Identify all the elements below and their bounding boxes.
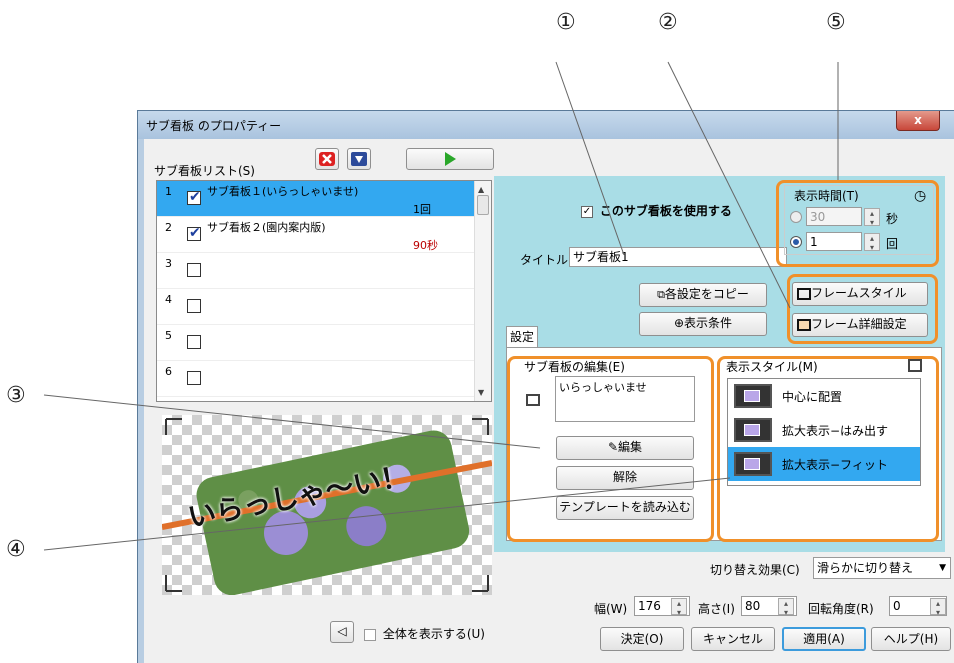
- list-item[interactable]: 1 ✔ サブ看板１(いらっしゃいませ) 1回: [157, 181, 474, 217]
- list-item-detail: 1回: [413, 203, 431, 216]
- play-icon: [445, 152, 456, 166]
- title-label: タイトル: [520, 253, 569, 267]
- title-input[interactable]: サブ看板1: [569, 247, 787, 267]
- list-item-detail: 90秒: [413, 239, 438, 252]
- list-item[interactable]: 2 ✔ サブ看板２(園内案内版) 90秒: [157, 217, 474, 253]
- rotate-label: 回転角度(R): [808, 602, 874, 616]
- callout-4: ④: [6, 537, 26, 562]
- list-item-number: 4: [165, 293, 172, 306]
- callout-5: ⑤: [826, 10, 846, 35]
- list-label: サブ看板リスト(S): [154, 164, 255, 178]
- move-down-button[interactable]: [347, 148, 371, 170]
- list-item-checkbox[interactable]: ✔: [187, 189, 201, 205]
- use-sign-checkbox[interactable]: ✓ このサブ看板を使用する: [581, 202, 732, 219]
- callout-2: ②: [658, 10, 678, 35]
- highlight-edit-group: [507, 356, 714, 542]
- copy-settings-label: 各設定をコピー: [664, 287, 749, 301]
- list-item-number: 2: [165, 221, 172, 234]
- check-icon: ✔: [189, 225, 201, 241]
- highlight-frame-buttons: [787, 274, 938, 344]
- rotate-spinner[interactable]: ▴ ▾: [930, 598, 946, 617]
- width-label: 幅(W): [594, 602, 628, 616]
- use-sign-box: ✓: [581, 205, 593, 218]
- display-condition-button[interactable]: ⊕表示条件: [639, 312, 767, 336]
- close-button[interactable]: x: [896, 111, 940, 131]
- move-down-icon: [351, 152, 367, 166]
- list-item[interactable]: 5: [157, 325, 474, 361]
- show-all-box: [364, 628, 376, 641]
- ok-button[interactable]: 決定(O): [600, 627, 684, 651]
- list-item-number: 6: [165, 365, 172, 378]
- display-condition-label: 表示条件: [684, 316, 733, 330]
- list-item-checkbox[interactable]: [187, 263, 201, 277]
- list-item-checkbox[interactable]: [187, 299, 201, 313]
- switch-effect-select[interactable]: 滑らかに切り替え ▼: [813, 557, 951, 579]
- show-all-label: 全体を表示する(U): [382, 627, 485, 641]
- sound-button[interactable]: ◁: [330, 621, 354, 643]
- list-item-number: 1: [165, 185, 172, 198]
- list-item-name: サブ看板１(いらっしゃいませ): [207, 185, 359, 198]
- list-item[interactable]: 3: [157, 253, 474, 289]
- list-item-checkbox[interactable]: ✔: [187, 225, 201, 241]
- copy-icon: ⧉: [657, 288, 665, 301]
- list-item-checkbox[interactable]: [187, 371, 201, 385]
- width-spinner[interactable]: ▴ ▾: [671, 598, 687, 617]
- list-item-number: 3: [165, 257, 172, 270]
- delete-icon: [319, 152, 335, 166]
- callout-1: ①: [556, 10, 576, 35]
- highlight-display-time: [776, 180, 939, 267]
- check-icon: ✔: [189, 189, 201, 205]
- highlight-style-group: [717, 356, 939, 542]
- tab-settings[interactable]: 設定: [506, 326, 538, 348]
- copy-settings-button[interactable]: ⧉各設定をコピー: [639, 283, 767, 307]
- title-bar[interactable]: サブ看板 のプロパティー x: [138, 111, 954, 139]
- list-scrollbar[interactable]: ▲ ▼: [474, 181, 491, 401]
- sub-sign-list[interactable]: 1 ✔ サブ看板１(いらっしゃいませ) 1回 2 ✔ サブ看板２(園内案内版) 90秒 3 4 5 6…: [156, 180, 492, 402]
- clock-icon: ⊕: [673, 316, 685, 330]
- play-button[interactable]: [406, 148, 494, 170]
- list-item[interactable]: 4: [157, 289, 474, 325]
- preview-area: いらっしゃ〜い！: [161, 415, 493, 596]
- list-item-number: 5: [165, 329, 172, 342]
- height-label: 高さ(I): [698, 602, 735, 616]
- window-title: サブ看板 のプロパティー: [146, 119, 282, 133]
- switch-effect-value: 滑らかに切り替え: [817, 561, 914, 575]
- delete-button[interactable]: [315, 148, 339, 170]
- switch-effect-label: 切り替え効果(C): [710, 563, 800, 577]
- apply-button[interactable]: 適用(A): [782, 627, 866, 651]
- list-item-checkbox[interactable]: [187, 335, 201, 349]
- list-item-name: サブ看板２(園内案内版): [207, 221, 326, 234]
- show-all-checkbox[interactable]: 全体を表示する(U): [364, 625, 485, 642]
- speaker-icon: ◁: [337, 624, 347, 638]
- list-item[interactable]: 6: [157, 361, 474, 397]
- help-button[interactable]: ヘルプ(H): [871, 627, 951, 651]
- cancel-button[interactable]: キャンセル: [691, 627, 775, 651]
- callout-3: ③: [6, 383, 26, 408]
- height-spinner[interactable]: ▴ ▾: [778, 598, 794, 617]
- use-sign-label: このサブ看板を使用する: [599, 204, 732, 218]
- chevron-down-icon: ▼: [939, 563, 946, 573]
